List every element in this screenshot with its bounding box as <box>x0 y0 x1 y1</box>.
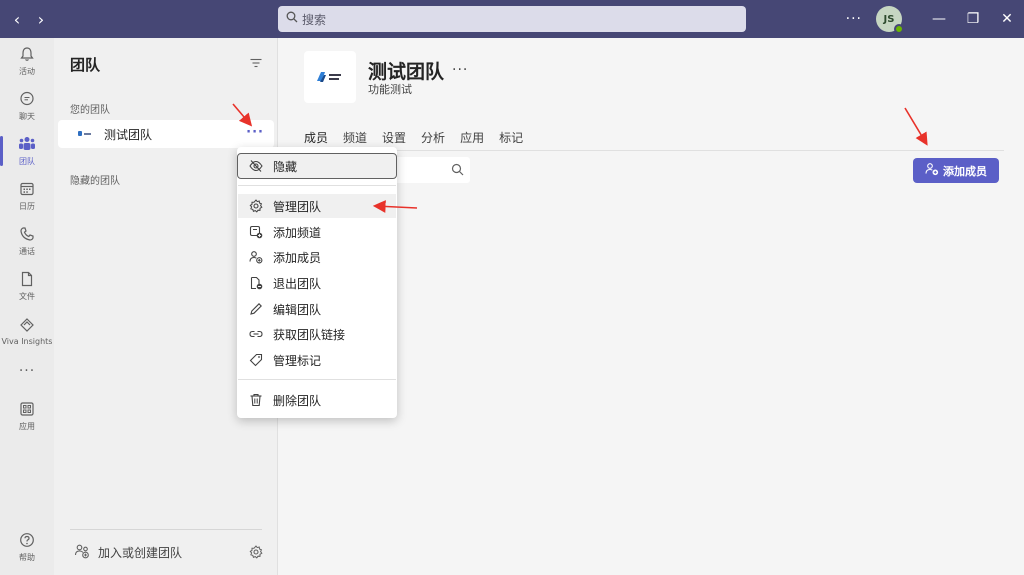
rail-item-chat[interactable]: 聊天 <box>0 83 54 128</box>
menu-item-hide[interactable]: 隐藏 <box>237 153 397 179</box>
pane-title: 团队 <box>70 56 101 74</box>
menu-item-leave-team[interactable]: 退出团队 <box>238 271 396 295</box>
phone-icon <box>17 224 37 244</box>
menu-item-label: 获取团队链接 <box>273 327 346 342</box>
page-title: 测试团队 <box>368 61 445 83</box>
app-rail: 活动 聊天 团队 日历 通话 文件 Viva Insights ··· 应用 帮… <box>0 38 54 575</box>
tabs-divider <box>304 150 1004 151</box>
team-title-more-button[interactable]: ··· <box>452 62 468 78</box>
filter-icon[interactable] <box>249 56 263 70</box>
rail-item-teams[interactable]: 团队 <box>0 128 54 173</box>
menu-separator <box>238 185 396 186</box>
menu-item-delete-team[interactable]: 删除团队 <box>238 388 396 412</box>
title-bar: ‹ › 搜索 ··· JS — ❐ ✕ <box>0 0 1024 38</box>
history-nav: ‹ › <box>10 10 48 29</box>
rail-item-files[interactable]: 文件 <box>0 263 54 308</box>
tab-apps[interactable]: 应用 <box>460 129 484 152</box>
bell-icon <box>17 44 37 64</box>
rail-item-label: 团队 <box>19 157 35 166</box>
team-description: 功能测试 <box>368 83 412 96</box>
teams-icon <box>17 134 37 154</box>
rail-item-calls[interactable]: 通话 <box>0 218 54 263</box>
divider <box>70 529 262 530</box>
more-apps-button[interactable]: ··· <box>0 353 54 389</box>
help-icon <box>17 530 37 550</box>
menu-item-manage-team[interactable]: 管理团队 <box>238 194 396 218</box>
rail-item-label: 日历 <box>19 202 35 211</box>
gear-icon[interactable] <box>249 545 263 562</box>
rail-item-label: 聊天 <box>19 112 35 121</box>
presence-indicator <box>894 24 904 34</box>
menu-item-label: 删除团队 <box>273 393 322 408</box>
search-icon <box>451 163 464 179</box>
menu-item-edit-team[interactable]: 编辑团队 <box>238 297 396 321</box>
rail-item-label: 活动 <box>19 67 35 76</box>
rail-item-label: 文件 <box>19 292 35 301</box>
team-name: 测试团队 <box>104 127 153 142</box>
file-icon <box>17 269 37 289</box>
chat-icon <box>17 89 37 109</box>
rail-item-apps[interactable]: 应用 <box>0 393 54 438</box>
member-search-input[interactable] <box>394 157 470 183</box>
settings-more-button[interactable]: ··· <box>846 11 862 27</box>
close-button[interactable]: ✕ <box>990 11 1024 27</box>
join-or-create-team-button[interactable]: 加入或创建团队 <box>74 543 182 562</box>
rail-item-label: 应用 <box>19 422 35 431</box>
add-member-label: 添加成员 <box>943 164 987 178</box>
menu-item-label: 添加成员 <box>273 250 322 265</box>
menu-item-add-member[interactable]: 添加成员 <box>238 245 396 269</box>
join-team-icon <box>74 543 90 562</box>
rail-item-label: 帮助 <box>19 553 35 562</box>
menu-item-manage-tags[interactable]: 管理标记 <box>238 348 396 372</box>
hidden-teams-label: 隐藏的团队 <box>70 176 120 187</box>
rail-item-calendar[interactable]: 日历 <box>0 173 54 218</box>
rail-item-label: 通话 <box>19 247 35 256</box>
your-teams-label: 您的团队 <box>70 105 110 116</box>
rail-item-help[interactable]: 帮助 <box>0 524 54 569</box>
menu-separator <box>238 379 396 380</box>
menu-item-get-team-link[interactable]: 获取团队链接 <box>238 322 396 346</box>
restore-button[interactable]: ❐ <box>956 11 990 27</box>
viva-insights-icon <box>17 315 37 335</box>
search-icon <box>286 11 298 27</box>
menu-item-label: 退出团队 <box>273 276 322 291</box>
tab-analytics[interactable]: 分析 <box>421 129 445 152</box>
link-icon <box>249 327 263 341</box>
back-arrow-icon[interactable]: ‹ <box>10 10 24 29</box>
gear-icon <box>249 199 263 213</box>
trash-icon <box>249 393 263 407</box>
rail-item-activity[interactable]: 活动 <box>0 38 54 83</box>
avatar[interactable]: JS <box>876 6 904 34</box>
team-logo-icon <box>78 129 94 139</box>
forward-arrow-icon[interactable]: › <box>34 10 48 29</box>
rail-item-label: Viva Insights <box>1 337 53 346</box>
add-person-icon <box>249 250 263 264</box>
eye-off-icon <box>249 159 263 173</box>
team-more-options-button[interactable]: ··· <box>246 126 264 139</box>
leave-team-icon <box>249 276 263 290</box>
apps-grid-icon <box>17 399 37 419</box>
join-team-label: 加入或创建团队 <box>98 546 183 560</box>
search-box[interactable]: 搜索 <box>278 6 746 32</box>
pencil-icon <box>249 302 263 316</box>
team-row[interactable]: 测试团队 ··· <box>58 120 274 148</box>
minimize-button[interactable]: — <box>922 11 956 27</box>
menu-item-add-channel[interactable]: 添加频道 <box>238 220 396 244</box>
tab-tags[interactable]: 标记 <box>499 129 523 152</box>
team-context-menu: 隐藏 管理团队 添加频道 添加成员 退出团队 编辑团队 获取团队链接 管理标记 … <box>237 147 397 418</box>
search-placeholder: 搜索 <box>302 12 327 27</box>
rail-item-viva-insights[interactable]: Viva Insights <box>0 308 54 353</box>
menu-item-label: 添加频道 <box>273 225 322 240</box>
tag-icon <box>249 353 263 367</box>
add-channel-icon <box>249 225 263 239</box>
team-avatar <box>304 51 356 103</box>
menu-item-label: 管理标记 <box>273 353 322 368</box>
menu-item-label: 管理团队 <box>273 199 322 214</box>
calendar-icon <box>17 179 37 199</box>
menu-item-label: 编辑团队 <box>273 302 322 317</box>
add-person-icon <box>925 162 939 179</box>
add-member-button[interactable]: 添加成员 <box>913 158 999 183</box>
menu-item-label: 隐藏 <box>273 159 298 174</box>
avatar-initials: JS <box>883 13 895 25</box>
